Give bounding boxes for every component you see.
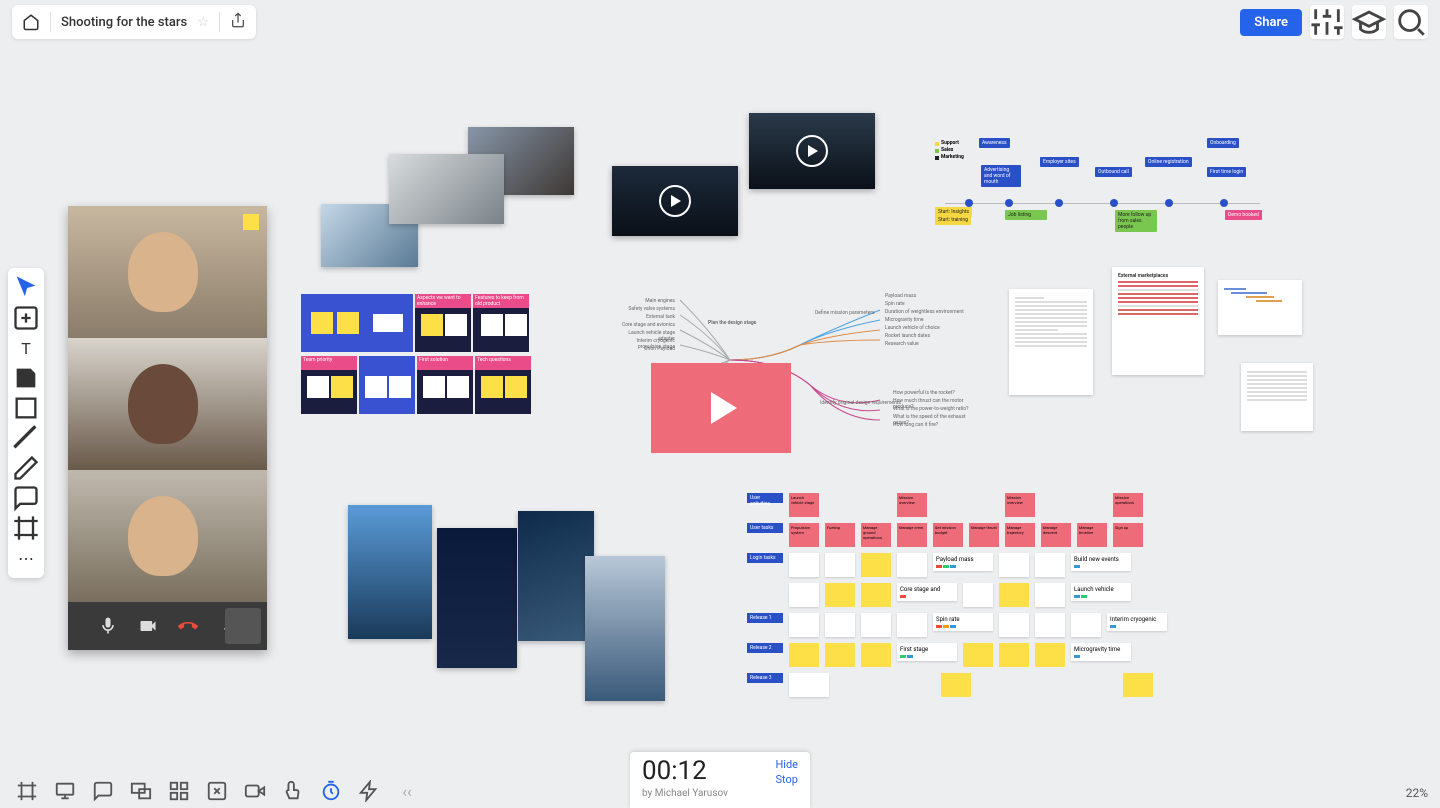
pen-tool[interactable] <box>12 454 40 482</box>
bottom-toolbar: ‹‹ <box>8 774 426 808</box>
frame-tool[interactable] <box>12 514 40 542</box>
timer-panel[interactable]: 00:12 by Michael Yarusov Hide Stop <box>630 752 810 808</box>
comments-icon[interactable] <box>92 780 114 802</box>
template-tool[interactable] <box>12 304 40 332</box>
search-icon[interactable] <box>1394 5 1428 39</box>
home-icon[interactable] <box>22 13 40 31</box>
timeline-legend: Support Sales Marketing <box>935 140 964 161</box>
shape-tool[interactable] <box>12 394 40 422</box>
image-rocket-hangar[interactable] <box>389 154 504 224</box>
video-participant-1 <box>68 206 267 338</box>
apps-icon[interactable] <box>168 780 190 802</box>
video-play-overlay[interactable] <box>651 363 791 453</box>
collapse-icon[interactable]: ‹‹ <box>396 780 418 802</box>
embed-icon[interactable] <box>206 780 228 802</box>
text-tool[interactable]: T <box>12 334 40 362</box>
image-rocket-tall-3[interactable] <box>518 511 594 641</box>
video-icon[interactable] <box>244 780 266 802</box>
video-participant-2 <box>68 338 267 470</box>
more-tool[interactable]: ⋯ <box>12 544 40 572</box>
user-story-map[interactable]: User activities Launch vehicle stage Mis… <box>747 493 1257 703</box>
document-table[interactable] <box>1241 363 1313 431</box>
video-participant-3 <box>68 470 267 602</box>
settings-icon[interactable] <box>1310 5 1344 39</box>
video-call-panel[interactable]: ⌄ <box>68 206 267 650</box>
video-self-thumbnail[interactable] <box>225 608 261 644</box>
hangup-icon[interactable] <box>178 616 198 636</box>
comment-tool[interactable] <box>12 484 40 512</box>
top-bar: Shooting for the stars ☆ Share <box>0 0 1440 44</box>
play-icon <box>659 185 691 217</box>
presentation-icon[interactable] <box>54 780 76 802</box>
star-icon[interactable]: ☆ <box>197 15 209 30</box>
select-tool[interactable] <box>12 274 40 302</box>
zoom-level[interactable]: 22% <box>1406 786 1428 800</box>
frame-list-icon[interactable] <box>16 780 38 802</box>
image-rocket-tall-2[interactable] <box>437 528 517 668</box>
image-rocket-tall-4[interactable] <box>585 556 665 701</box>
document-2[interactable]: External marketplaces <box>1112 267 1204 375</box>
video-controls-bar: ⌄ <box>68 602 267 650</box>
timer-stop[interactable]: Stop <box>776 773 798 786</box>
mic-icon[interactable] <box>98 616 118 636</box>
sticky-panel-grid[interactable]: Aspects we want to enhance Features to k… <box>301 294 531 416</box>
timer-author: by Michael Yarusov <box>642 788 728 799</box>
video-space-trailer-2[interactable] <box>749 113 875 189</box>
timeline-diagram[interactable]: Support Sales Marketing Awareness Advert… <box>935 135 1270 245</box>
board-title-group: Shooting for the stars ☆ <box>12 5 256 39</box>
timer-value: 00:12 <box>642 758 728 784</box>
reactions-icon[interactable] <box>282 780 304 802</box>
document-1[interactable] <box>1009 289 1093 395</box>
camera-icon[interactable] <box>138 616 158 636</box>
play-icon <box>796 135 828 167</box>
video-space-trailer-1[interactable] <box>612 166 738 236</box>
learn-icon[interactable] <box>1352 5 1386 39</box>
image-rocket-tall-1[interactable] <box>348 505 432 639</box>
sticky-tool[interactable] <box>12 364 40 392</box>
timer-hide[interactable]: Hide <box>775 758 798 771</box>
screenshare-icon[interactable] <box>130 780 152 802</box>
share-button[interactable]: Share <box>1240 9 1302 36</box>
export-icon[interactable] <box>230 12 246 32</box>
timer-icon[interactable] <box>320 780 342 802</box>
board-title[interactable]: Shooting for the stars <box>61 15 187 30</box>
left-toolbar: T ⋯ <box>8 268 44 578</box>
bolt-icon[interactable] <box>358 780 380 802</box>
document-gantt[interactable] <box>1218 280 1302 335</box>
line-tool[interactable] <box>12 424 40 452</box>
